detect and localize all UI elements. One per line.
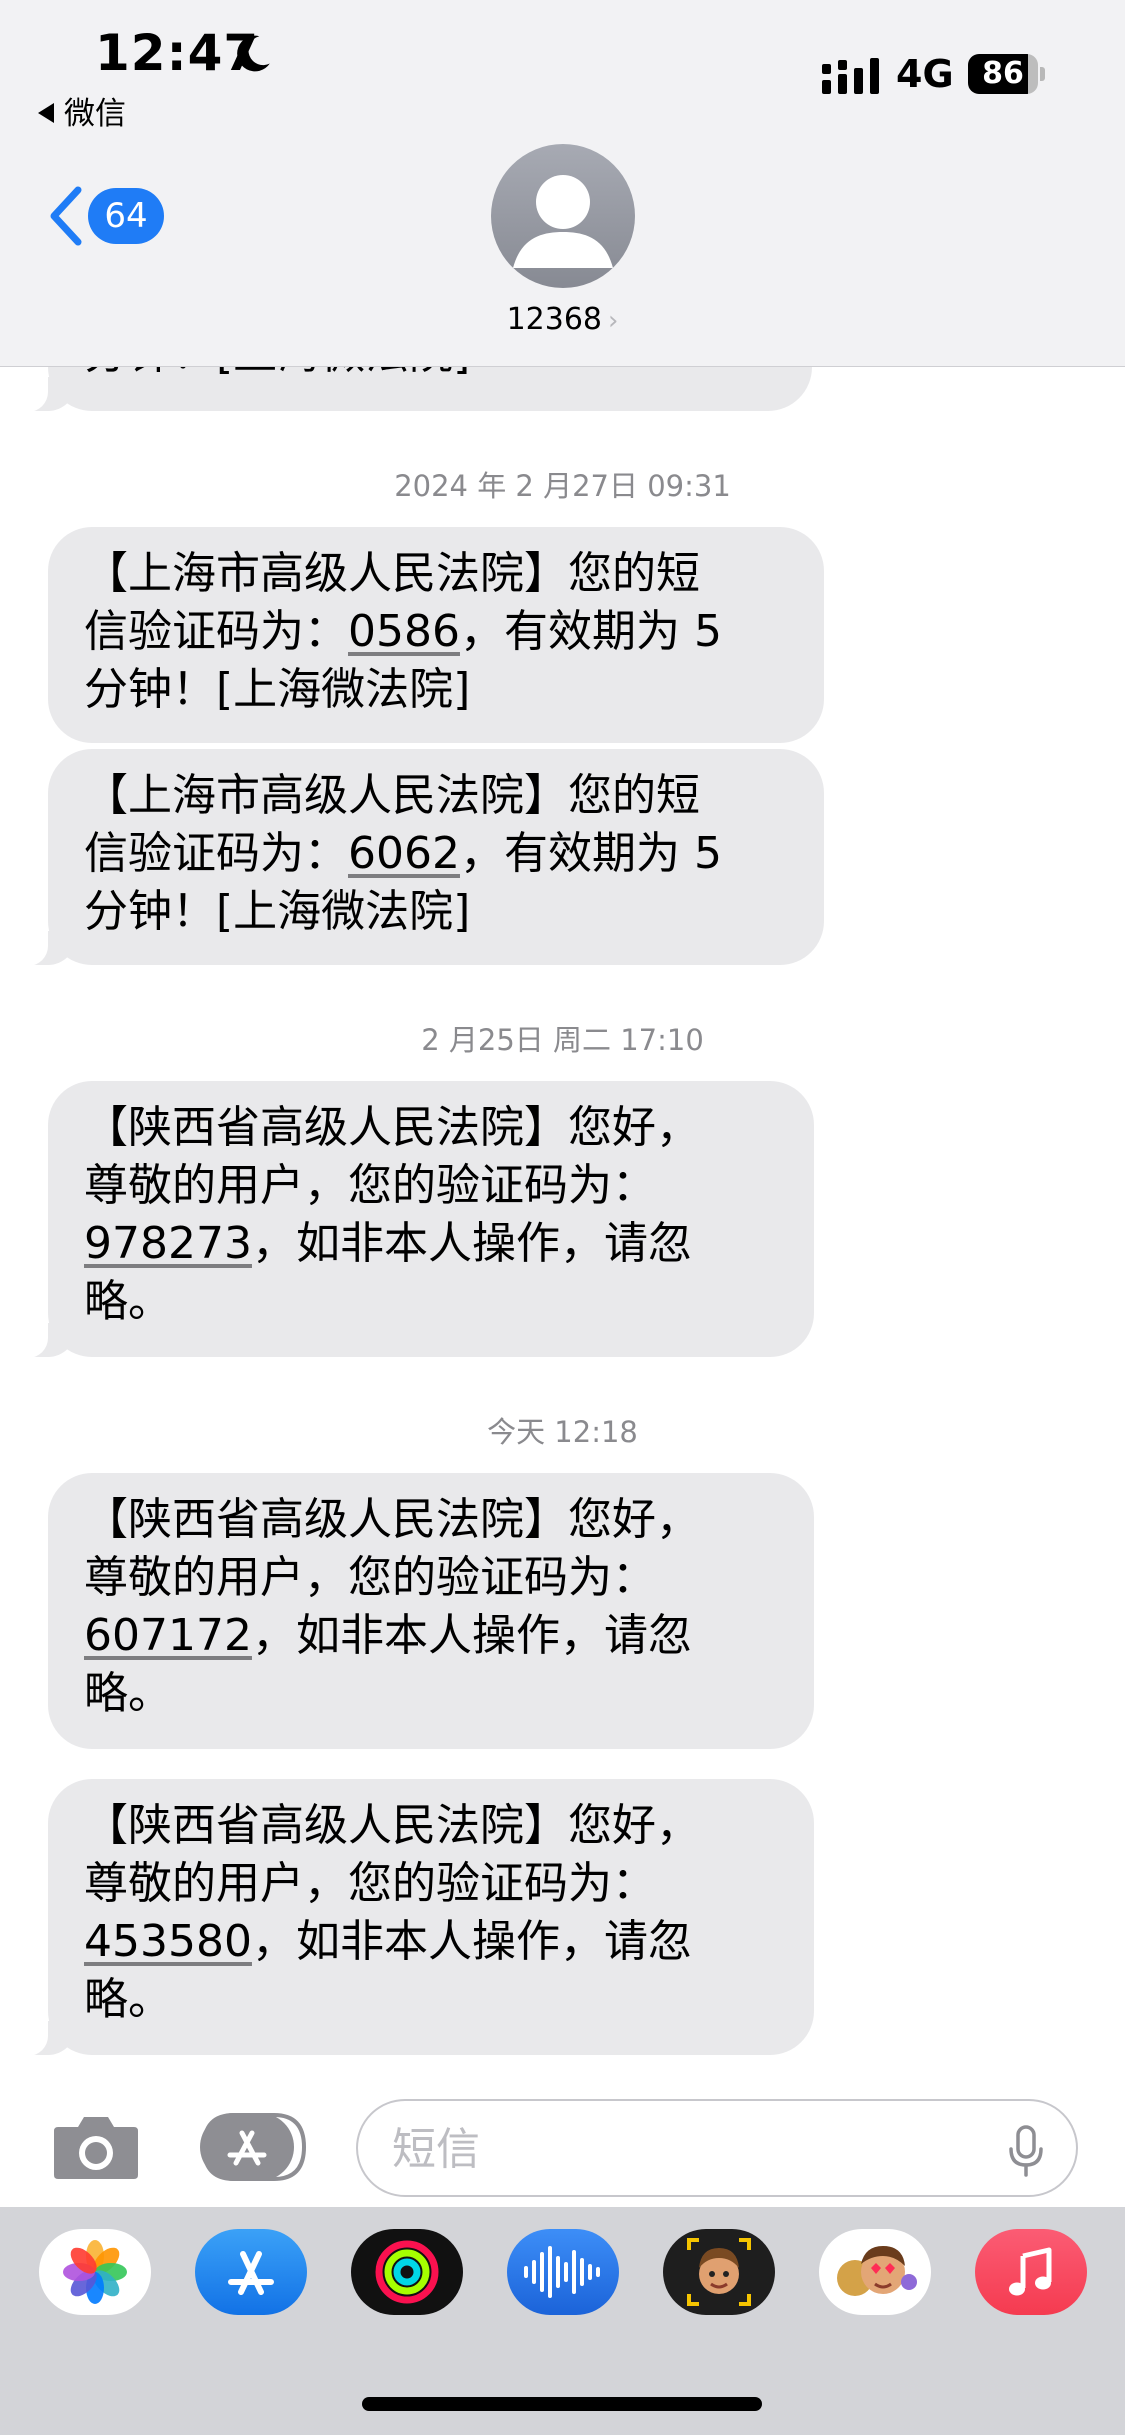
focus-moon-icon bbox=[237, 35, 270, 72]
camera-icon[interactable] bbox=[50, 2111, 142, 2183]
message-line: 分钟！[上海微法院] bbox=[84, 664, 471, 715]
memoji-stickers-icon[interactable] bbox=[819, 2229, 931, 2315]
message-input-field[interactable] bbox=[356, 2099, 1078, 2197]
network-type: 4G bbox=[896, 52, 954, 96]
verification-code-link[interactable]: 6062 bbox=[348, 828, 460, 879]
message-line: ，如非本人操作，请忽 bbox=[251, 1218, 692, 1269]
unread-count-badge[interactable]: 64 bbox=[88, 188, 164, 244]
message-line: ，如非本人操作，请忽 bbox=[251, 1916, 692, 1967]
message-line: 分钟！[上海微法院] bbox=[84, 886, 471, 937]
contact-chevron-icon: › bbox=[608, 306, 619, 336]
imessage-app-drawer bbox=[0, 2207, 1125, 2435]
timestamp: 2024 年 2 月27日 09:31 bbox=[394, 469, 731, 503]
message-bubble[interactable]: 【上海市高级人民法院】您的短 信验证码为：0586，有效期为 5 分钟！[上海微… bbox=[48, 527, 824, 743]
message-thread[interactable]: 分钟！[上海微法院] 2024 年 2 月27日 09:31 【上海市高级人民法… bbox=[0, 367, 1125, 2087]
back-chevron-icon[interactable] bbox=[46, 184, 86, 248]
message-line: 【上海市高级人民法院】您的短 bbox=[84, 770, 700, 821]
message-line: 信验证码为： bbox=[84, 828, 348, 879]
message-line: 【陕西省高级人民法院】您好， bbox=[84, 1494, 700, 1545]
message-line: 略。 bbox=[84, 1276, 172, 1327]
message-line: 略。 bbox=[84, 1668, 172, 1719]
contact-avatar[interactable] bbox=[491, 144, 635, 288]
message-bubble[interactable]: 【陕西省高级人民法院】您好， 尊敬的用户，您的验证码为： 453580，如非本人… bbox=[22, 1779, 814, 2056]
message-line: 【上海市高级人民法院】您的短 bbox=[84, 548, 700, 599]
back-app-label: 微信 bbox=[64, 96, 126, 132]
cellular-signal-icon bbox=[822, 58, 879, 94]
back-triangle-icon bbox=[38, 103, 54, 123]
message-bubble[interactable]: 【陕西省高级人民法院】您好， 尊敬的用户，您的验证码为： 607172，如非本人… bbox=[48, 1473, 814, 1749]
battery-icon: 86 bbox=[968, 54, 1045, 94]
photos-icon[interactable] bbox=[39, 2229, 151, 2315]
home-indicator[interactable] bbox=[362, 2397, 762, 2411]
message-bubble-partial[interactable]: 分钟！[上海微法院] bbox=[22, 367, 812, 412]
message-line: 尊敬的用户，您的验证码为： bbox=[84, 1858, 656, 1909]
message-line: 【陕西省高级人民法院】您好， bbox=[84, 1102, 700, 1153]
battery-level: 86 bbox=[982, 56, 1024, 91]
message-line: 尊敬的用户，您的验证码为： bbox=[84, 1160, 656, 1211]
timestamp: 今天 12:18 bbox=[487, 1415, 638, 1449]
audio-message-icon[interactable] bbox=[507, 2229, 619, 2315]
contact-name-button[interactable]: 12368 › bbox=[0, 302, 1125, 337]
message-bubble[interactable]: 【陕西省高级人民法院】您好， 尊敬的用户，您的验证码为： 978273，如非本人… bbox=[22, 1081, 814, 1358]
compose-bar bbox=[0, 2087, 1125, 2207]
person-silhouette-icon bbox=[513, 175, 613, 268]
back-to-app-link[interactable]: 微信 bbox=[38, 88, 126, 133]
music-icon[interactable] bbox=[975, 2229, 1087, 2315]
timestamp: 2 月25日 周二 17:10 bbox=[421, 1023, 704, 1057]
message-input[interactable] bbox=[392, 2119, 952, 2179]
message-line: ，有效期为 5 bbox=[459, 828, 722, 879]
app-store-drawer-icon[interactable] bbox=[200, 2113, 308, 2181]
verification-code-link[interactable]: 978273 bbox=[84, 1218, 252, 1269]
memoji-icon[interactable] bbox=[663, 2229, 775, 2315]
message-text: 分钟！[上海微法院] bbox=[84, 367, 470, 379]
app-store-icon[interactable] bbox=[195, 2229, 307, 2315]
message-line: ，有效期为 5 bbox=[459, 606, 722, 657]
message-line: 【陕西省高级人民法院】您好， bbox=[84, 1800, 700, 1851]
message-line: 尊敬的用户，您的验证码为： bbox=[84, 1552, 656, 1603]
message-bubble[interactable]: 【上海市高级人民法院】您的短 信验证码为：6062，有效期为 5 分钟！[上海微… bbox=[22, 749, 824, 966]
microphone-icon[interactable] bbox=[1008, 2125, 1044, 2177]
message-line: ，如非本人操作，请忽 bbox=[251, 1610, 692, 1661]
verification-code-link[interactable]: 0586 bbox=[348, 606, 460, 657]
conversation-header: 12:47 微信 4G 86 64 12368 › bbox=[0, 0, 1125, 367]
fitness-icon[interactable] bbox=[351, 2229, 463, 2315]
message-line: 信验证码为： bbox=[84, 606, 348, 657]
verification-code-link[interactable]: 607172 bbox=[84, 1610, 252, 1661]
verification-code-link[interactable]: 453580 bbox=[84, 1916, 252, 1967]
message-line: 略。 bbox=[84, 1974, 172, 2025]
contact-name: 12368 bbox=[506, 302, 603, 337]
